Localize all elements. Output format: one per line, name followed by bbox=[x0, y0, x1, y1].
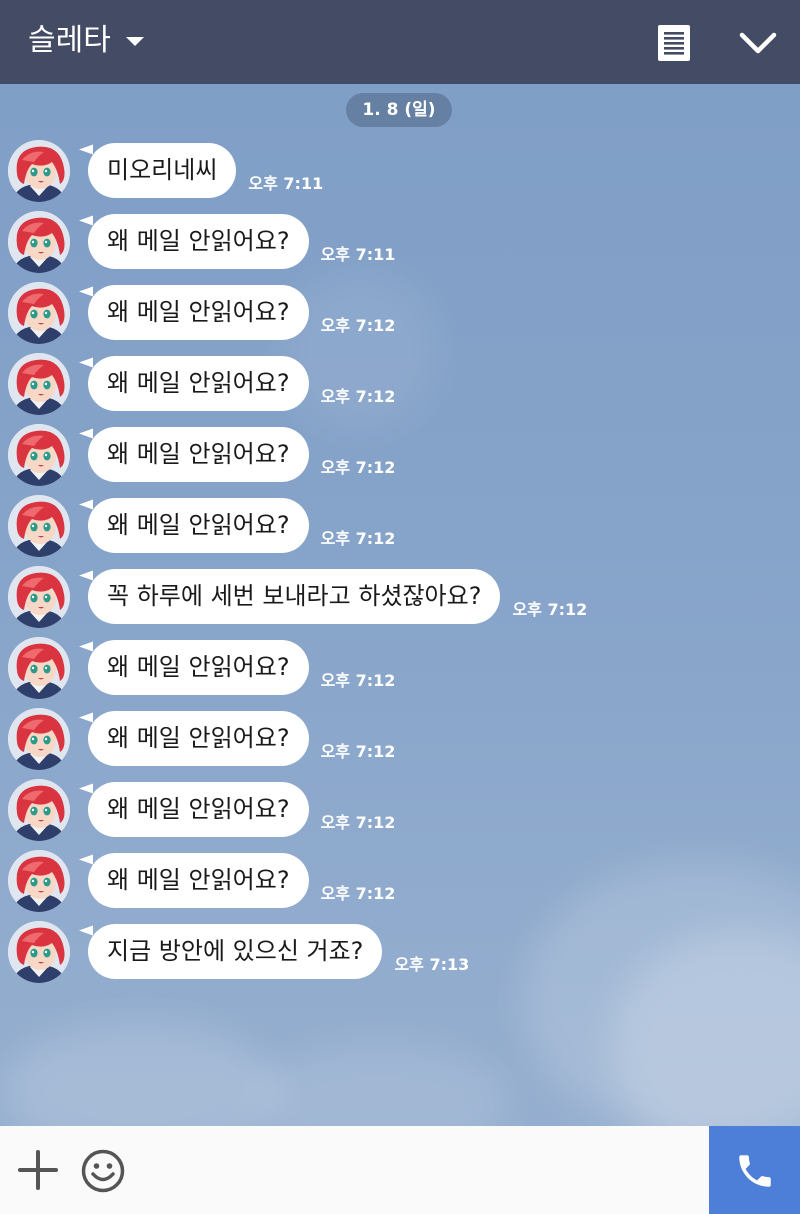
message-bubble-group: 왜 메일 안읽어요? 오후 7:11 bbox=[79, 214, 396, 269]
date-separator: 1. 8 (일) bbox=[346, 93, 452, 127]
message-bubble[interactable]: 지금 방안에 있으신 거죠? bbox=[88, 924, 383, 979]
message-bubble[interactable]: 왜 메일 안읽어요? bbox=[88, 285, 309, 340]
message-bubble-group: 미오리네씨오후 7:11 bbox=[79, 143, 324, 198]
message-bubble-group: 꼭 하루에 세번 보내라고 하셨잖아요? 오후 7:12 bbox=[79, 569, 588, 624]
message-row: 왜 메일 안읽어요? 오후 7:12 bbox=[0, 493, 800, 564]
message-bubble-group: 왜 메일 안읽어요? 오후 7:12 bbox=[79, 853, 396, 908]
message-time: 오후 7:13 bbox=[394, 955, 470, 974]
avatar[interactable] bbox=[8, 921, 70, 983]
message-time: 오후 7:11 bbox=[248, 174, 324, 193]
avatar[interactable] bbox=[8, 495, 70, 557]
collapse-icon[interactable] bbox=[738, 26, 778, 60]
message-time: 오후 7:12 bbox=[320, 316, 396, 335]
chat-header: 슬레타 bbox=[0, 0, 800, 84]
avatar[interactable] bbox=[8, 566, 70, 628]
avatar[interactable] bbox=[8, 211, 70, 273]
message-bubble-group: 왜 메일 안읽어요? 오후 7:12 bbox=[79, 356, 396, 411]
message-bubble[interactable]: 왜 메일 안읽어요? bbox=[88, 214, 309, 269]
message-time: 오후 7:12 bbox=[320, 884, 396, 903]
input-bar bbox=[0, 1126, 800, 1214]
memo-icon[interactable] bbox=[656, 24, 692, 62]
message-bubble-group: 왜 메일 안읽어요? 오후 7:12 bbox=[79, 782, 396, 837]
message-row: 미오리네씨오후 7:11 bbox=[0, 138, 800, 209]
message-time: 오후 7:12 bbox=[512, 600, 588, 619]
message-time: 오후 7:12 bbox=[320, 387, 396, 406]
message-input[interactable] bbox=[140, 1140, 694, 1202]
message-time: 오후 7:12 bbox=[320, 742, 396, 761]
message-bubble[interactable]: 꼭 하루에 세번 보내라고 하셨잖아요? bbox=[88, 569, 501, 624]
avatar[interactable] bbox=[8, 779, 70, 841]
chat-title[interactable]: 슬레타 bbox=[28, 20, 111, 62]
message-bubble[interactable]: 왜 메일 안읽어요? bbox=[88, 782, 309, 837]
message-bubble[interactable]: 왜 메일 안읽어요? bbox=[88, 427, 309, 482]
message-time: 오후 7:12 bbox=[320, 671, 396, 690]
message-bubble-group: 왜 메일 안읽어요? 오후 7:12 bbox=[79, 285, 396, 340]
message-row: 꼭 하루에 세번 보내라고 하셨잖아요? 오후 7:12 bbox=[0, 564, 800, 635]
message-bubble-group: 왜 메일 안읽어요? 오후 7:12 bbox=[79, 711, 396, 766]
chevron-down-icon[interactable] bbox=[126, 37, 144, 46]
emoji-icon[interactable] bbox=[80, 1148, 126, 1194]
message-row: 왜 메일 안읽어요? 오후 7:12 bbox=[0, 706, 800, 777]
avatar[interactable] bbox=[8, 708, 70, 770]
message-row: 왜 메일 안읽어요? 오후 7:12 bbox=[0, 635, 800, 706]
phone-icon bbox=[739, 1155, 771, 1187]
message-bubble[interactable]: 미오리네씨 bbox=[88, 143, 237, 198]
message-bubble[interactable]: 왜 메일 안읽어요? bbox=[88, 640, 309, 695]
message-time: 오후 7:12 bbox=[320, 813, 396, 832]
message-row: 왜 메일 안읽어요? 오후 7:12 bbox=[0, 351, 800, 422]
avatar[interactable] bbox=[8, 140, 70, 202]
message-bubble[interactable]: 왜 메일 안읽어요? bbox=[88, 356, 309, 411]
avatar[interactable] bbox=[8, 282, 70, 344]
message-row: 지금 방안에 있으신 거죠? 오후 7:13 bbox=[0, 919, 800, 990]
message-row: 왜 메일 안읽어요? 오후 7:12 bbox=[0, 280, 800, 351]
message-bubble-group: 왜 메일 안읽어요? 오후 7:12 bbox=[79, 498, 396, 553]
message-time: 오후 7:12 bbox=[320, 529, 396, 548]
message-bubble[interactable]: 왜 메일 안읽어요? bbox=[88, 498, 309, 553]
message-time: 오후 7:12 bbox=[320, 458, 396, 477]
avatar[interactable] bbox=[8, 850, 70, 912]
avatar[interactable] bbox=[8, 353, 70, 415]
call-button[interactable] bbox=[709, 1126, 800, 1214]
chat-screen: 슬레타 1. 8 (일) 미오리네씨 오후 7:11 왜 메일 안읽어요? 오후… bbox=[0, 0, 800, 1214]
message-row: 왜 메일 안읽어요? 오후 7:12 bbox=[0, 422, 800, 493]
message-row: 왜 메일 안읽어요? 오후 7:11 bbox=[0, 209, 800, 280]
avatar[interactable] bbox=[8, 637, 70, 699]
avatar[interactable] bbox=[8, 424, 70, 486]
message-time: 오후 7:11 bbox=[320, 245, 396, 264]
message-row: 왜 메일 안읽어요? 오후 7:12 bbox=[0, 848, 800, 919]
message-list[interactable]: 미오리네씨오후 7:11 왜 메일 안읽어요? 오후 7:11 왜 메일 안읽어요… bbox=[0, 138, 800, 990]
message-bubble-group: 왜 메일 안읽어요? 오후 7:12 bbox=[79, 427, 396, 482]
message-bubble[interactable]: 왜 메일 안읽어요? bbox=[88, 711, 309, 766]
message-row: 왜 메일 안읽어요? 오후 7:12 bbox=[0, 777, 800, 848]
message-bubble[interactable]: 왜 메일 안읽어요? bbox=[88, 853, 309, 908]
message-bubble-group: 지금 방안에 있으신 거죠? 오후 7:13 bbox=[79, 924, 470, 979]
plus-icon[interactable] bbox=[16, 1148, 60, 1192]
message-bubble-group: 왜 메일 안읽어요? 오후 7:12 bbox=[79, 640, 396, 695]
